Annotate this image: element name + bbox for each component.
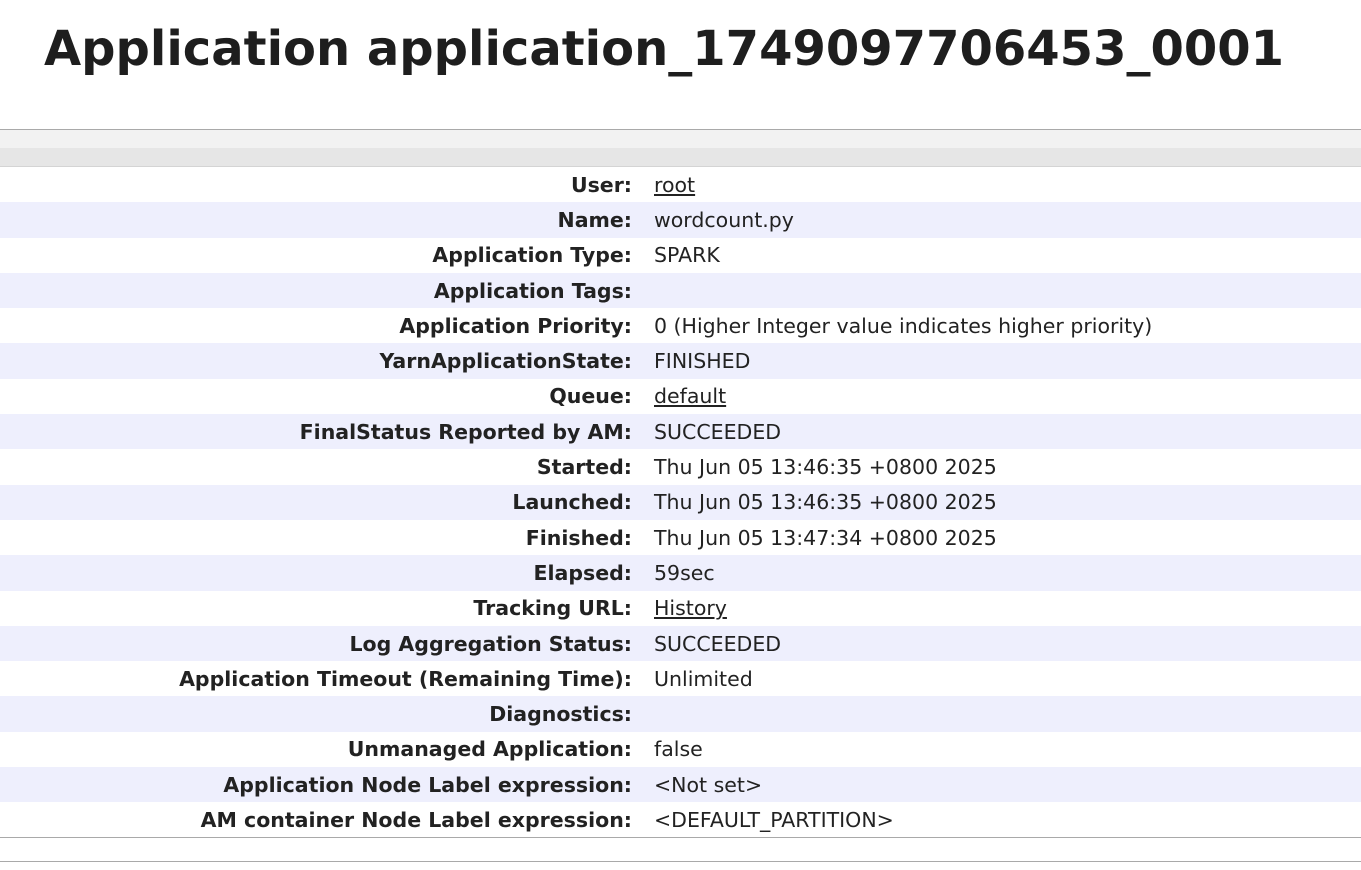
info-value-cell-application-type: SPARK: [654, 238, 1361, 273]
info-value-yarnapplicationstate: FINISHED: [654, 349, 751, 374]
info-label-tracking-url: Tracking URL:: [473, 596, 632, 621]
info-value-finished: Thu Jun 05 13:47:34 +0800 2025: [654, 525, 997, 550]
info-value-link-user[interactable]: root: [654, 173, 695, 197]
info-row-yarnapplicationstate: YarnApplicationState: FINISHED: [0, 343, 1361, 379]
info-label-unmanaged-application: Unmanaged Application:: [347, 737, 632, 762]
info-row-am-container-node-label-expression: AM container Node Label expression: <DEFA…: [0, 802, 1361, 838]
info-value-cell-unmanaged-application: false: [654, 732, 1361, 767]
info-row-user: User: root: [0, 167, 1361, 203]
info-value-cell-application-tags: [654, 273, 1361, 308]
info-row-diagnostics: Diagnostics:: [0, 696, 1361, 732]
info-value-name: wordcount.py: [654, 207, 794, 232]
info-value-cell-user: root: [654, 167, 1361, 202]
info-value-cell-application-node-label-expression: <Not set>: [654, 767, 1361, 802]
info-value-cell-finished: Thu Jun 05 13:47:34 +0800 2025: [654, 520, 1361, 555]
info-row-finished: Finished: Thu Jun 05 13:47:34 +0800 2025: [0, 519, 1361, 556]
info-row-launched: Launched: Thu Jun 05 13:46:35 +0800 2025: [0, 484, 1361, 520]
info-label-queue: Queue:: [549, 384, 632, 409]
info-value-cell-elapsed: 59sec: [654, 555, 1361, 590]
info-label-finished: Finished:: [525, 525, 632, 550]
info-label-finalstatus-reported-by-am: FinalStatus Reported by AM:: [299, 419, 632, 444]
info-value-finalstatus-reported-by-am: SUCCEEDED: [654, 419, 782, 444]
info-value-cell-log-aggregation-status: SUCCEEDED: [654, 626, 1361, 661]
info-label-application-tags: Application Tags:: [433, 278, 632, 303]
overview-table: User: root Name: wordcount.py Application Ty…: [0, 167, 1361, 839]
info-row-application-priority: Application Priority: 0 (Higher Integer v…: [0, 308, 1361, 344]
info-value-application-timeout-remaining-time: Unlimited: [654, 666, 753, 691]
page-title: Application application_1749097706453_00…: [44, 21, 1285, 77]
info-row-elapsed: Elapsed: 59sec: [0, 555, 1361, 591]
info-value-cell-launched: Thu Jun 05 13:46:35 +0800 2025: [654, 485, 1361, 520]
bottom-divider: [0, 861, 1361, 862]
info-value-cell-tracking-url: History: [654, 591, 1361, 626]
info-value-am-container-node-label-expression: <DEFAULT_PARTITION>: [654, 807, 894, 832]
info-label-launched: Launched:: [512, 490, 632, 515]
info-value-unmanaged-application: false: [654, 737, 703, 762]
info-row-log-aggregation-status: Log Aggregation Status: SUCCEEDED: [0, 625, 1361, 662]
info-label-log-aggregation-status: Log Aggregation Status:: [349, 631, 632, 656]
info-value-cell-am-container-node-label-expression: <DEFAULT_PARTITION>: [654, 802, 1361, 837]
info-row-started: Started: Thu Jun 05 13:46:35 +0800 2025: [0, 449, 1361, 485]
info-label-application-type: Application Type:: [432, 243, 632, 268]
info-value-link-tracking-url[interactable]: History: [654, 596, 727, 620]
info-row-finalstatus-reported-by-am: FinalStatus Reported by AM: SUCCEEDED: [0, 414, 1361, 450]
application-overview: User: root Name: wordcount.py Application Ty…: [0, 129, 1361, 839]
info-row-name: Name: wordcount.py: [0, 202, 1361, 238]
info-label-elapsed: Elapsed:: [533, 560, 632, 585]
info-value-cell-started: Thu Jun 05 13:46:35 +0800 2025: [654, 449, 1361, 484]
info-value-log-aggregation-status: SUCCEEDED: [654, 631, 782, 656]
info-value-application-priority: 0 (Higher Integer value indicates higher…: [654, 313, 1153, 338]
info-value-cell-queue: default: [654, 379, 1361, 414]
info-row-application-type: Application Type: SPARK: [0, 237, 1361, 273]
info-value-cell-diagnostics: [654, 696, 1361, 731]
info-row-queue: Queue: default: [0, 378, 1361, 415]
info-value-launched: Thu Jun 05 13:46:35 +0800 2025: [654, 490, 997, 515]
info-label-yarnapplicationstate: YarnApplicationState:: [379, 349, 632, 374]
info-value-cell-name: wordcount.py: [654, 202, 1361, 237]
info-label-application-node-label-expression: Application Node Label expression:: [223, 772, 632, 797]
info-row-unmanaged-application: Unmanaged Application: false: [0, 731, 1361, 768]
info-row-application-tags: Application Tags:: [0, 272, 1361, 309]
info-label-name: Name:: [557, 207, 632, 232]
info-value-cell-finalstatus-reported-by-am: SUCCEEDED: [654, 414, 1361, 449]
info-label-diagnostics: Diagnostics:: [489, 702, 632, 727]
info-value-application-type: SPARK: [654, 243, 720, 268]
info-value-link-queue[interactable]: default: [654, 384, 726, 408]
info-label-am-container-node-label-expression: AM container Node Label expression:: [200, 807, 632, 832]
info-row-application-node-label-expression: Application Node Label expression: <Not s…: [0, 767, 1361, 803]
info-row-tracking-url: Tracking URL: History: [0, 590, 1361, 626]
info-value-cell-yarnapplicationstate: FINISHED: [654, 343, 1361, 378]
info-label-started: Started:: [536, 455, 632, 480]
info-value-cell-application-priority: 0 (Higher Integer value indicates higher…: [654, 308, 1361, 343]
info-row-application-timeout-remaining-time: Application Timeout (Remaining Time): Unl…: [0, 661, 1361, 697]
info-label-user: User:: [570, 172, 632, 197]
info-value-cell-application-timeout-remaining-time: Unlimited: [654, 661, 1361, 696]
info-value-application-node-label-expression: <Not set>: [654, 772, 763, 797]
info-value-elapsed: 59sec: [654, 560, 715, 585]
overview-header-bar: [0, 129, 1361, 167]
info-value-started: Thu Jun 05 13:46:35 +0800 2025: [654, 455, 997, 480]
info-label-application-priority: Application Priority:: [399, 313, 632, 338]
info-label-application-timeout-remaining-time: Application Timeout (Remaining Time):: [179, 666, 632, 691]
